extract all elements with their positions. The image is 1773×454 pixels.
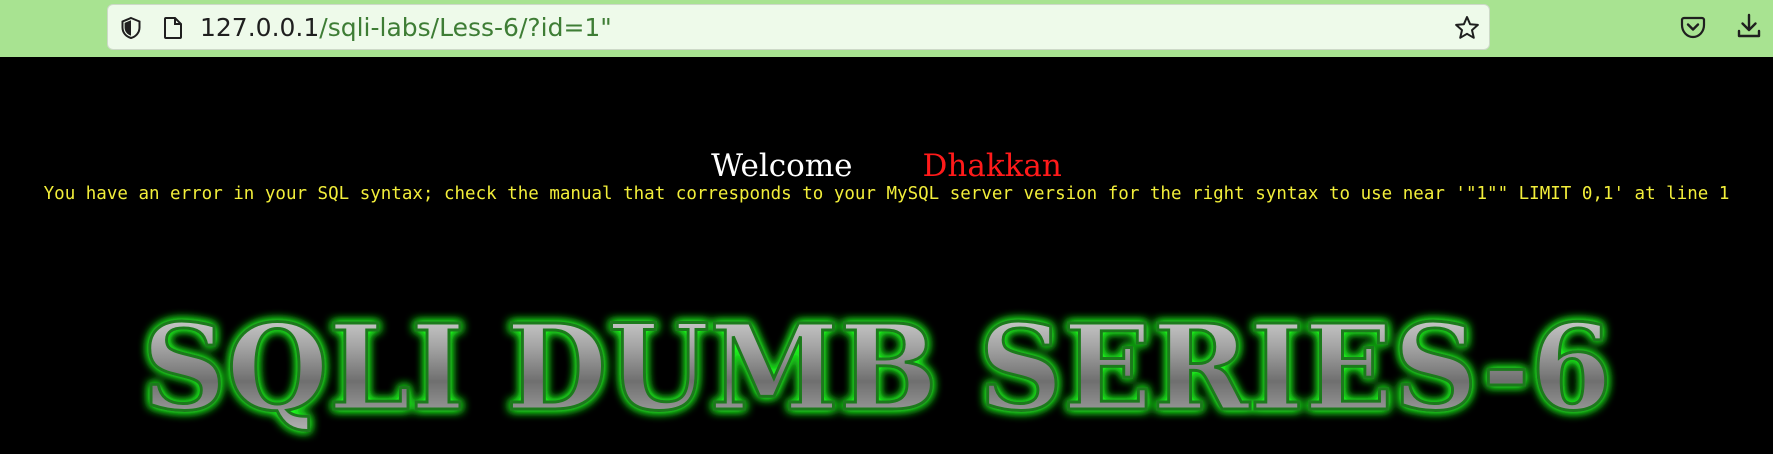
sql-error-message: You have an error in your SQL syntax; ch…: [43, 184, 1730, 204]
browser-toolbar: 127.0.0.1/sqli-labs/Less-6/?id=1": [0, 0, 1773, 57]
url-path: /sqli-labs/Less-6/?id=1": [319, 13, 612, 42]
shield-icon[interactable]: [119, 16, 143, 40]
banner-text: SQLI DUMB SERIES-6: [142, 298, 1612, 437]
page-content: Welcome Dhakkan You have an error in your…: [0, 57, 1773, 454]
download-icon[interactable]: [1734, 11, 1764, 41]
url-host: 127.0.0.1: [200, 13, 320, 42]
welcome-line: Welcome Dhakkan: [0, 146, 1773, 186]
page-icon[interactable]: [162, 16, 184, 40]
star-icon[interactable]: [1453, 14, 1481, 42]
welcome-text: Welcome: [711, 148, 853, 184]
username-text: Dhakkan: [922, 148, 1062, 184]
pocket-icon[interactable]: [1679, 13, 1707, 41]
url-text[interactable]: 127.0.0.1/sqli-labs/Less-6/?id=1": [200, 11, 612, 45]
series-banner-image: SQLI DUMB SERIES-6: [130, 281, 1625, 446]
address-bar[interactable]: 127.0.0.1/sqli-labs/Less-6/?id=1": [107, 4, 1490, 50]
